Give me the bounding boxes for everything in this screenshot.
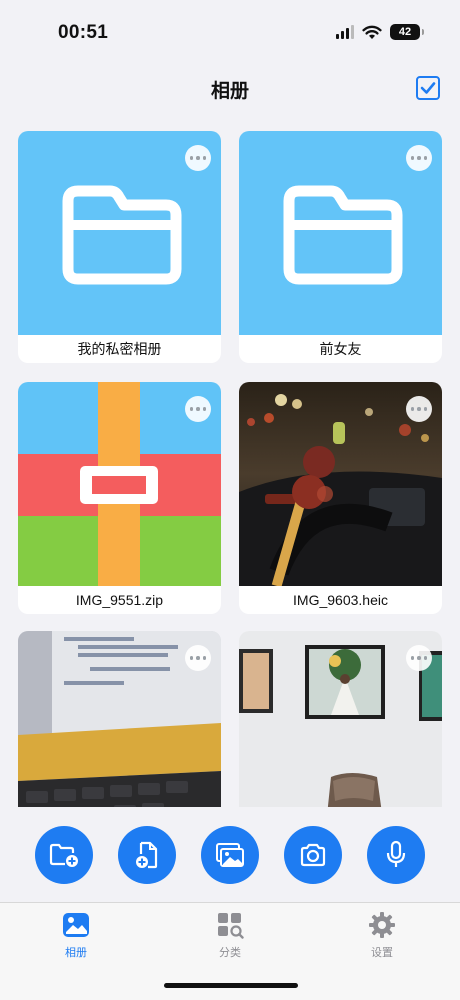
tab-label: 相册: [65, 947, 87, 959]
category-tab-icon: [218, 913, 244, 939]
tab-album[interactable]: 相册: [36, 909, 116, 960]
new-folder-button[interactable]: [35, 826, 93, 884]
file-card[interactable]: [239, 631, 442, 807]
battery-icon: 42: [390, 24, 424, 40]
album-name: 我的私密相册: [77, 341, 162, 357]
album-name: 前女友: [319, 341, 362, 357]
camera-icon: [300, 843, 326, 867]
wifi-icon: [362, 25, 382, 39]
status-time: 00:51: [58, 22, 109, 43]
folder-add-icon: [49, 843, 78, 867]
file-name: IMG_9603.heic: [293, 592, 388, 608]
tab-category[interactable]: 分类: [190, 909, 270, 960]
microphone-icon: [386, 840, 406, 867]
album-tab-icon: [63, 913, 89, 937]
more-options-button[interactable]: [406, 396, 432, 422]
photos-icon: [216, 843, 244, 867]
status-icons: 42: [336, 24, 424, 40]
file-card[interactable]: IMG_9603.heic: [239, 382, 442, 614]
file-name: IMG_9551.zip: [75, 592, 164, 608]
checkmark-icon: [420, 82, 436, 94]
more-options-button[interactable]: [406, 645, 432, 671]
tab-label: 设置: [371, 947, 393, 959]
album-grid: 我的私密相册 前女友 IMG_9551.zip IMG_9603.heic: [18, 131, 442, 807]
camera-button[interactable]: [284, 826, 342, 884]
status-bar: 00:51 42: [0, 0, 460, 66]
more-options-button[interactable]: [185, 396, 211, 422]
tab-settings[interactable]: 设置: [342, 909, 422, 960]
more-options-button[interactable]: [406, 145, 432, 171]
cellular-signal-icon: [336, 25, 354, 39]
add-file-button[interactable]: [118, 826, 176, 884]
more-options-button[interactable]: [185, 145, 211, 171]
file-add-icon: [136, 841, 158, 869]
voice-record-button[interactable]: [367, 826, 425, 884]
gear-icon: [369, 912, 395, 938]
import-photos-button[interactable]: [201, 826, 259, 884]
album-card[interactable]: 前女友: [239, 131, 442, 363]
action-bar: [0, 826, 460, 886]
album-card[interactable]: 我的私密相册: [18, 131, 221, 363]
tab-label: 分类: [219, 947, 241, 959]
more-options-button[interactable]: [185, 645, 211, 671]
page-title: 相册: [210, 81, 249, 102]
select-mode-button[interactable]: [416, 76, 440, 100]
file-card[interactable]: [18, 631, 221, 807]
file-card[interactable]: IMG_9551.zip: [18, 382, 221, 614]
home-indicator: [164, 983, 298, 988]
